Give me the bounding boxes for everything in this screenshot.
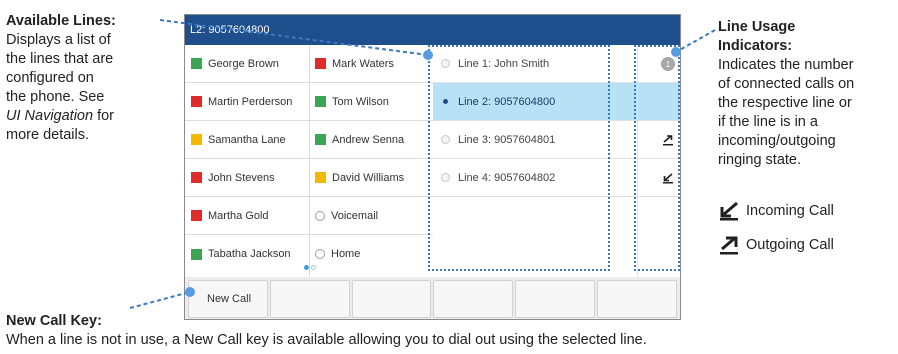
contact-key[interactable]: Mark Waters <box>309 45 433 83</box>
contact-name: Andrew Senna <box>332 133 405 146</box>
contact-name: John Stevens <box>208 171 275 184</box>
outgoing-call-icon <box>660 132 676 148</box>
page-indicator <box>303 265 317 270</box>
line-usage-text: ringing state. <box>718 152 802 168</box>
contact-name: Samantha Lane <box>208 133 286 146</box>
incoming-call-legend: Incoming Call <box>718 201 834 221</box>
contact-name: David Williams <box>332 171 405 184</box>
available-lines-text: the phone. See <box>6 89 105 105</box>
line-usage-title: Line Usage <box>718 19 796 35</box>
contact-key[interactable]: Martin Perderson <box>185 83 309 121</box>
available-lines-text: UI Navigation for <box>6 107 174 126</box>
contact-key[interactable]: Tom Wilson <box>309 83 433 121</box>
line-radio-icon <box>441 135 450 144</box>
line-item-4[interactable]: Line 4: 9057604802 <box>433 159 680 197</box>
contact-key[interactable]: Tabatha Jackson <box>185 235 309 273</box>
line-usage-text: of connected calls on <box>718 76 855 92</box>
available-lines-text: configured on <box>6 70 94 86</box>
page-dot-active <box>304 265 309 270</box>
line-item-2[interactable]: Line 2: 9057604800 <box>433 83 680 121</box>
radio-icon <box>315 210 325 221</box>
indicator-column-divider <box>637 45 638 277</box>
line-label: Line 1: John Smith <box>458 57 550 70</box>
incoming-call-icon <box>660 170 676 186</box>
new-call-softkey[interactable]: New Call <box>188 280 268 318</box>
contact-name: Tabatha Jackson <box>208 248 291 260</box>
title-bar: L2: 9057604800 <box>185 15 680 45</box>
line-usage-text: the respective line or <box>718 95 852 111</box>
contact-name: George Brown <box>208 57 279 70</box>
available-lines-text-rest: for <box>93 108 114 124</box>
presence-indicator <box>191 248 202 260</box>
contact-name: Voicemail <box>331 209 379 222</box>
page-dot <box>311 265 316 270</box>
column-divider <box>309 45 310 277</box>
line-usage-text: incoming/outgoing <box>718 133 836 149</box>
available-lines-annotation: Available Lines: Displays a list of the … <box>6 12 174 145</box>
contact-name: Martha Gold <box>208 209 269 222</box>
new-call-leader <box>129 291 191 309</box>
incoming-call-icon <box>720 201 738 221</box>
new-call-label: New Call <box>207 293 252 305</box>
presence-indicator <box>315 134 326 145</box>
presence-indicator <box>191 96 202 107</box>
contact-name: Mark Waters <box>332 57 394 70</box>
softkey-empty[interactable] <box>433 280 514 318</box>
radio-icon <box>315 249 325 259</box>
line-radio-icon <box>441 59 450 68</box>
contact-key[interactable]: David Williams <box>309 159 433 197</box>
active-line-title: L2: 9057604800 <box>190 24 270 36</box>
call-count-badge: 1 <box>661 57 675 71</box>
voicemail-key[interactable]: Voicemail <box>309 197 433 235</box>
softkey-empty[interactable] <box>515 280 596 318</box>
line-usage-title: Indicators: <box>718 38 793 54</box>
presence-indicator <box>191 210 202 221</box>
contact-key[interactable]: Martha Gold <box>185 197 309 235</box>
contact-name: Home <box>331 248 361 260</box>
line-item-1[interactable]: Line 1: John Smith 1 <box>433 45 680 83</box>
contact-key[interactable]: Andrew Senna <box>309 121 433 159</box>
available-lines-text: the lines that are <box>6 51 114 67</box>
line-radio-icon <box>441 173 450 182</box>
line-usage-text: Indicates the number <box>718 57 854 73</box>
presence-indicator <box>191 58 202 69</box>
softkey-empty[interactable] <box>351 280 432 318</box>
available-lines-text: Displays a list of <box>6 32 111 48</box>
contact-key[interactable]: George Brown <box>185 45 309 83</box>
contact-name: Martin Perderson <box>208 95 293 108</box>
presence-indicator <box>315 96 326 107</box>
presence-indicator <box>315 172 326 183</box>
outgoing-call-legend: Outgoing Call <box>718 235 834 255</box>
line-usage-leader <box>675 29 716 53</box>
line-usage-text: if the line is in a <box>718 114 818 130</box>
line-label: Line 3: 9057604801 <box>458 133 556 146</box>
presence-indicator <box>191 134 202 145</box>
line-radio-selected-icon <box>441 97 450 106</box>
line-label: Line 4: 9057604802 <box>458 171 556 184</box>
lines-list: Line 1: John Smith 1 Line 2: 9057604800 … <box>433 45 680 277</box>
line-usage-indicator: 1 <box>660 56 676 72</box>
presence-indicator <box>191 172 202 183</box>
outgoing-call-icon <box>720 236 738 255</box>
ui-navigation-reference: UI Navigation <box>6 108 94 124</box>
line-item-3[interactable]: Line 3: 9057604801 <box>433 121 680 159</box>
available-lines-title: Available Lines: <box>6 13 116 29</box>
softkey-bar: New Call <box>185 277 680 319</box>
contact-key[interactable]: John Stevens <box>185 159 309 197</box>
phone-screen: L2: 9057604800 George Brown Martin Perde… <box>184 14 681 320</box>
line-label: Line 2: 9057604800 <box>458 95 556 108</box>
contact-key[interactable]: Samantha Lane <box>185 121 309 159</box>
home-key[interactable]: Home <box>309 235 433 273</box>
contact-name: Tom Wilson <box>332 95 389 108</box>
presence-indicator <box>315 58 326 69</box>
softkey-empty[interactable] <box>597 280 677 318</box>
line-usage-indicators-annotation: Line Usage Indicators: Indicates the num… <box>718 18 896 170</box>
outgoing-call-label: Outgoing Call <box>746 237 834 253</box>
softkey-empty[interactable] <box>269 280 350 318</box>
incoming-call-label: Incoming Call <box>746 203 834 219</box>
available-lines-text: more details. <box>6 127 90 143</box>
new-call-key-text: When a line is not in use, a New Call ke… <box>6 332 647 348</box>
